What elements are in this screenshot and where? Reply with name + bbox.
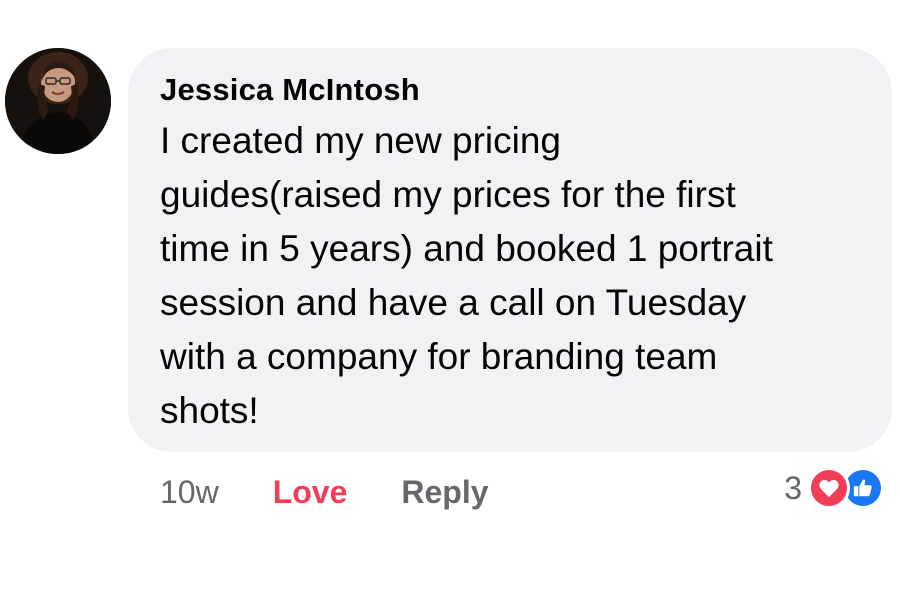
- love-button[interactable]: Love: [273, 474, 348, 511]
- comment-view: Jessica McIntosh I created my new pricin…: [0, 0, 900, 600]
- comment-author[interactable]: Jessica McIntosh: [160, 70, 868, 110]
- reaction-count: 3: [784, 469, 802, 506]
- comment-bubble: Jessica McIntosh I created my new pricin…: [128, 48, 892, 452]
- reaction-summary[interactable]: 3: [784, 467, 892, 509]
- love-reaction-icon: [808, 467, 850, 509]
- reply-button[interactable]: Reply: [401, 474, 488, 511]
- avatar[interactable]: [5, 48, 111, 154]
- comment-timestamp[interactable]: 10w: [160, 474, 219, 511]
- comment-text: I created my new pricing guides(raised m…: [160, 120, 773, 431]
- profile-photo-icon: [5, 48, 111, 154]
- reaction-icons: [808, 467, 892, 509]
- comment-actions: 10w Love Reply: [160, 470, 489, 514]
